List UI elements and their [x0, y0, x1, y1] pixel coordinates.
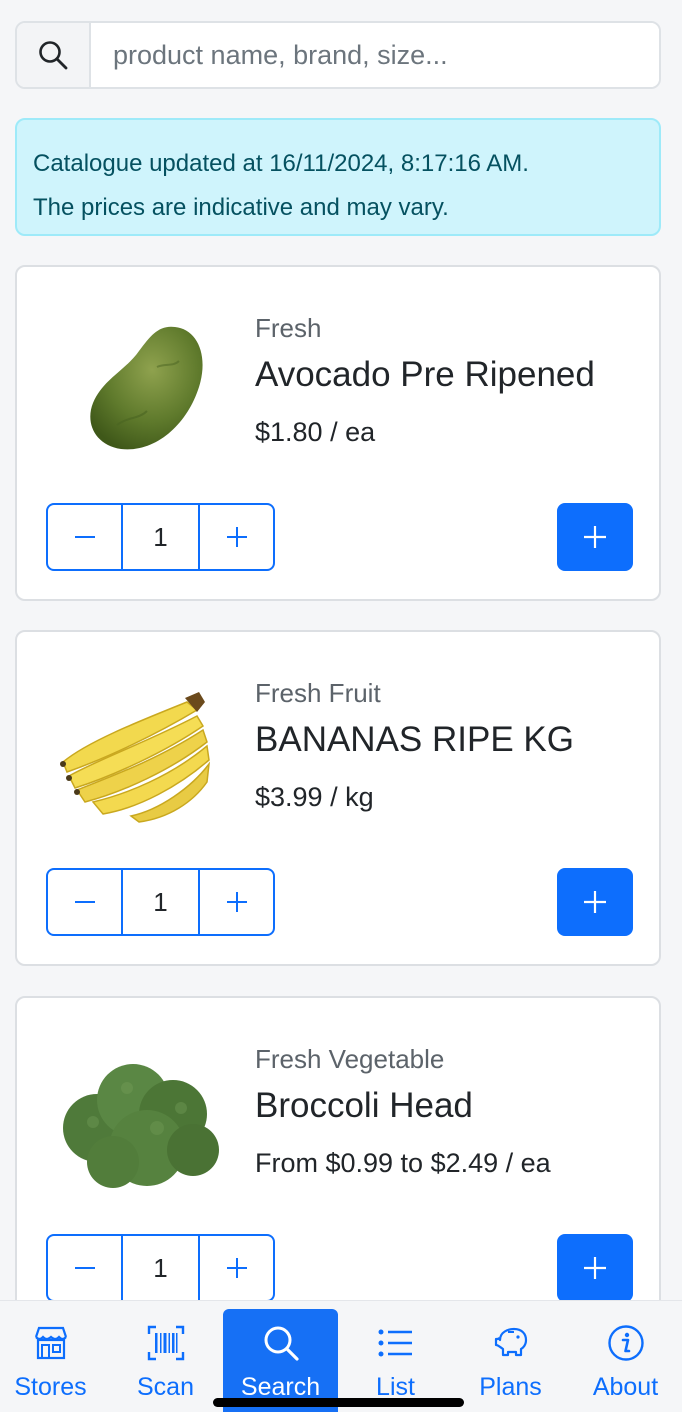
decrease-quantity-button[interactable]: [48, 870, 121, 934]
product-price: From $0.99 to $2.49 / ea: [255, 1148, 551, 1178]
product-image-bananas: [47, 672, 227, 832]
list-icon: [378, 1329, 412, 1357]
product-card: Fresh Vegetable Broccoli Head From $0.99…: [15, 996, 661, 1332]
product-image-broccoli: [47, 1038, 227, 1198]
tab-stores[interactable]: Stores: [0, 1309, 108, 1412]
tab-about[interactable]: About: [568, 1309, 682, 1412]
product-image-avocado: [47, 307, 227, 467]
minus-icon: [74, 1267, 95, 1269]
product-card: Fresh Fruit BANANAS RIPE KG $3.99 / kg 1: [15, 630, 661, 966]
plus-icon: [226, 892, 247, 912]
product-price: $1.80 / ea: [255, 417, 376, 447]
decrease-quantity-button[interactable]: [48, 1236, 121, 1300]
product-category: Fresh Vegetable: [255, 1044, 445, 1074]
increase-quantity-button[interactable]: [200, 1236, 273, 1300]
product-name: Avocado Pre Ripened: [255, 355, 595, 394]
minus-icon: [74, 901, 95, 903]
product-category: Fresh: [255, 313, 322, 343]
store-icon: [34, 1326, 67, 1360]
piggy-bank-icon: [494, 1327, 527, 1357]
product-card: Fresh Avocado Pre Ripened $1.80 / ea 1: [15, 265, 661, 601]
quantity-value[interactable]: 1: [121, 1236, 200, 1300]
plus-icon: [584, 526, 606, 548]
plus-icon: [584, 891, 606, 913]
increase-quantity-button[interactable]: [200, 505, 273, 569]
increase-quantity-button[interactable]: [200, 870, 273, 934]
plus-icon: [226, 1258, 247, 1278]
product-name: BANANAS RIPE KG: [255, 720, 574, 759]
bottom-tab-bar: Stores Scan Search List Plans About: [0, 1300, 682, 1412]
product-price: $3.99 / kg: [255, 782, 374, 812]
info-icon: [607, 1325, 644, 1361]
tab-scan[interactable]: Scan: [108, 1309, 223, 1412]
tab-label: Plans: [479, 1373, 542, 1401]
search-icon: [39, 41, 68, 70]
barcode-icon: [147, 1325, 184, 1361]
minus-icon: [74, 536, 95, 538]
add-to-list-button[interactable]: [557, 868, 633, 936]
quantity-stepper: 1: [46, 868, 275, 936]
home-indicator: [213, 1398, 464, 1407]
search-addon: [17, 23, 91, 87]
tab-label: Stores: [14, 1373, 87, 1401]
product-category: Fresh Fruit: [255, 678, 381, 708]
plus-icon: [584, 1257, 606, 1279]
product-name: Broccoli Head: [255, 1086, 473, 1125]
search-icon: [264, 1326, 299, 1361]
catalogue-notice: Catalogue updated at 16/11/2024, 8:17:16…: [15, 118, 661, 236]
decrease-quantity-button[interactable]: [48, 505, 121, 569]
plus-icon: [226, 527, 247, 547]
tab-label: About: [592, 1373, 659, 1401]
search-input[interactable]: [91, 23, 659, 87]
quantity-stepper: 1: [46, 1234, 275, 1302]
tab-plans[interactable]: Plans: [453, 1309, 568, 1412]
tab-label: Scan: [137, 1373, 194, 1401]
quantity-value[interactable]: 1: [121, 505, 200, 569]
tab-search[interactable]: Search: [223, 1309, 338, 1412]
add-to-list-button[interactable]: [557, 1234, 633, 1302]
quantity-value[interactable]: 1: [121, 870, 200, 934]
catalogue-updated-text: Catalogue updated at 16/11/2024, 8:17:16…: [33, 150, 529, 177]
search-bar: [15, 21, 661, 89]
add-to-list-button[interactable]: [557, 503, 633, 571]
quantity-stepper: 1: [46, 503, 275, 571]
price-disclaimer-text: The prices are indicative and may vary.: [33, 194, 449, 221]
tab-list[interactable]: List: [338, 1309, 453, 1412]
